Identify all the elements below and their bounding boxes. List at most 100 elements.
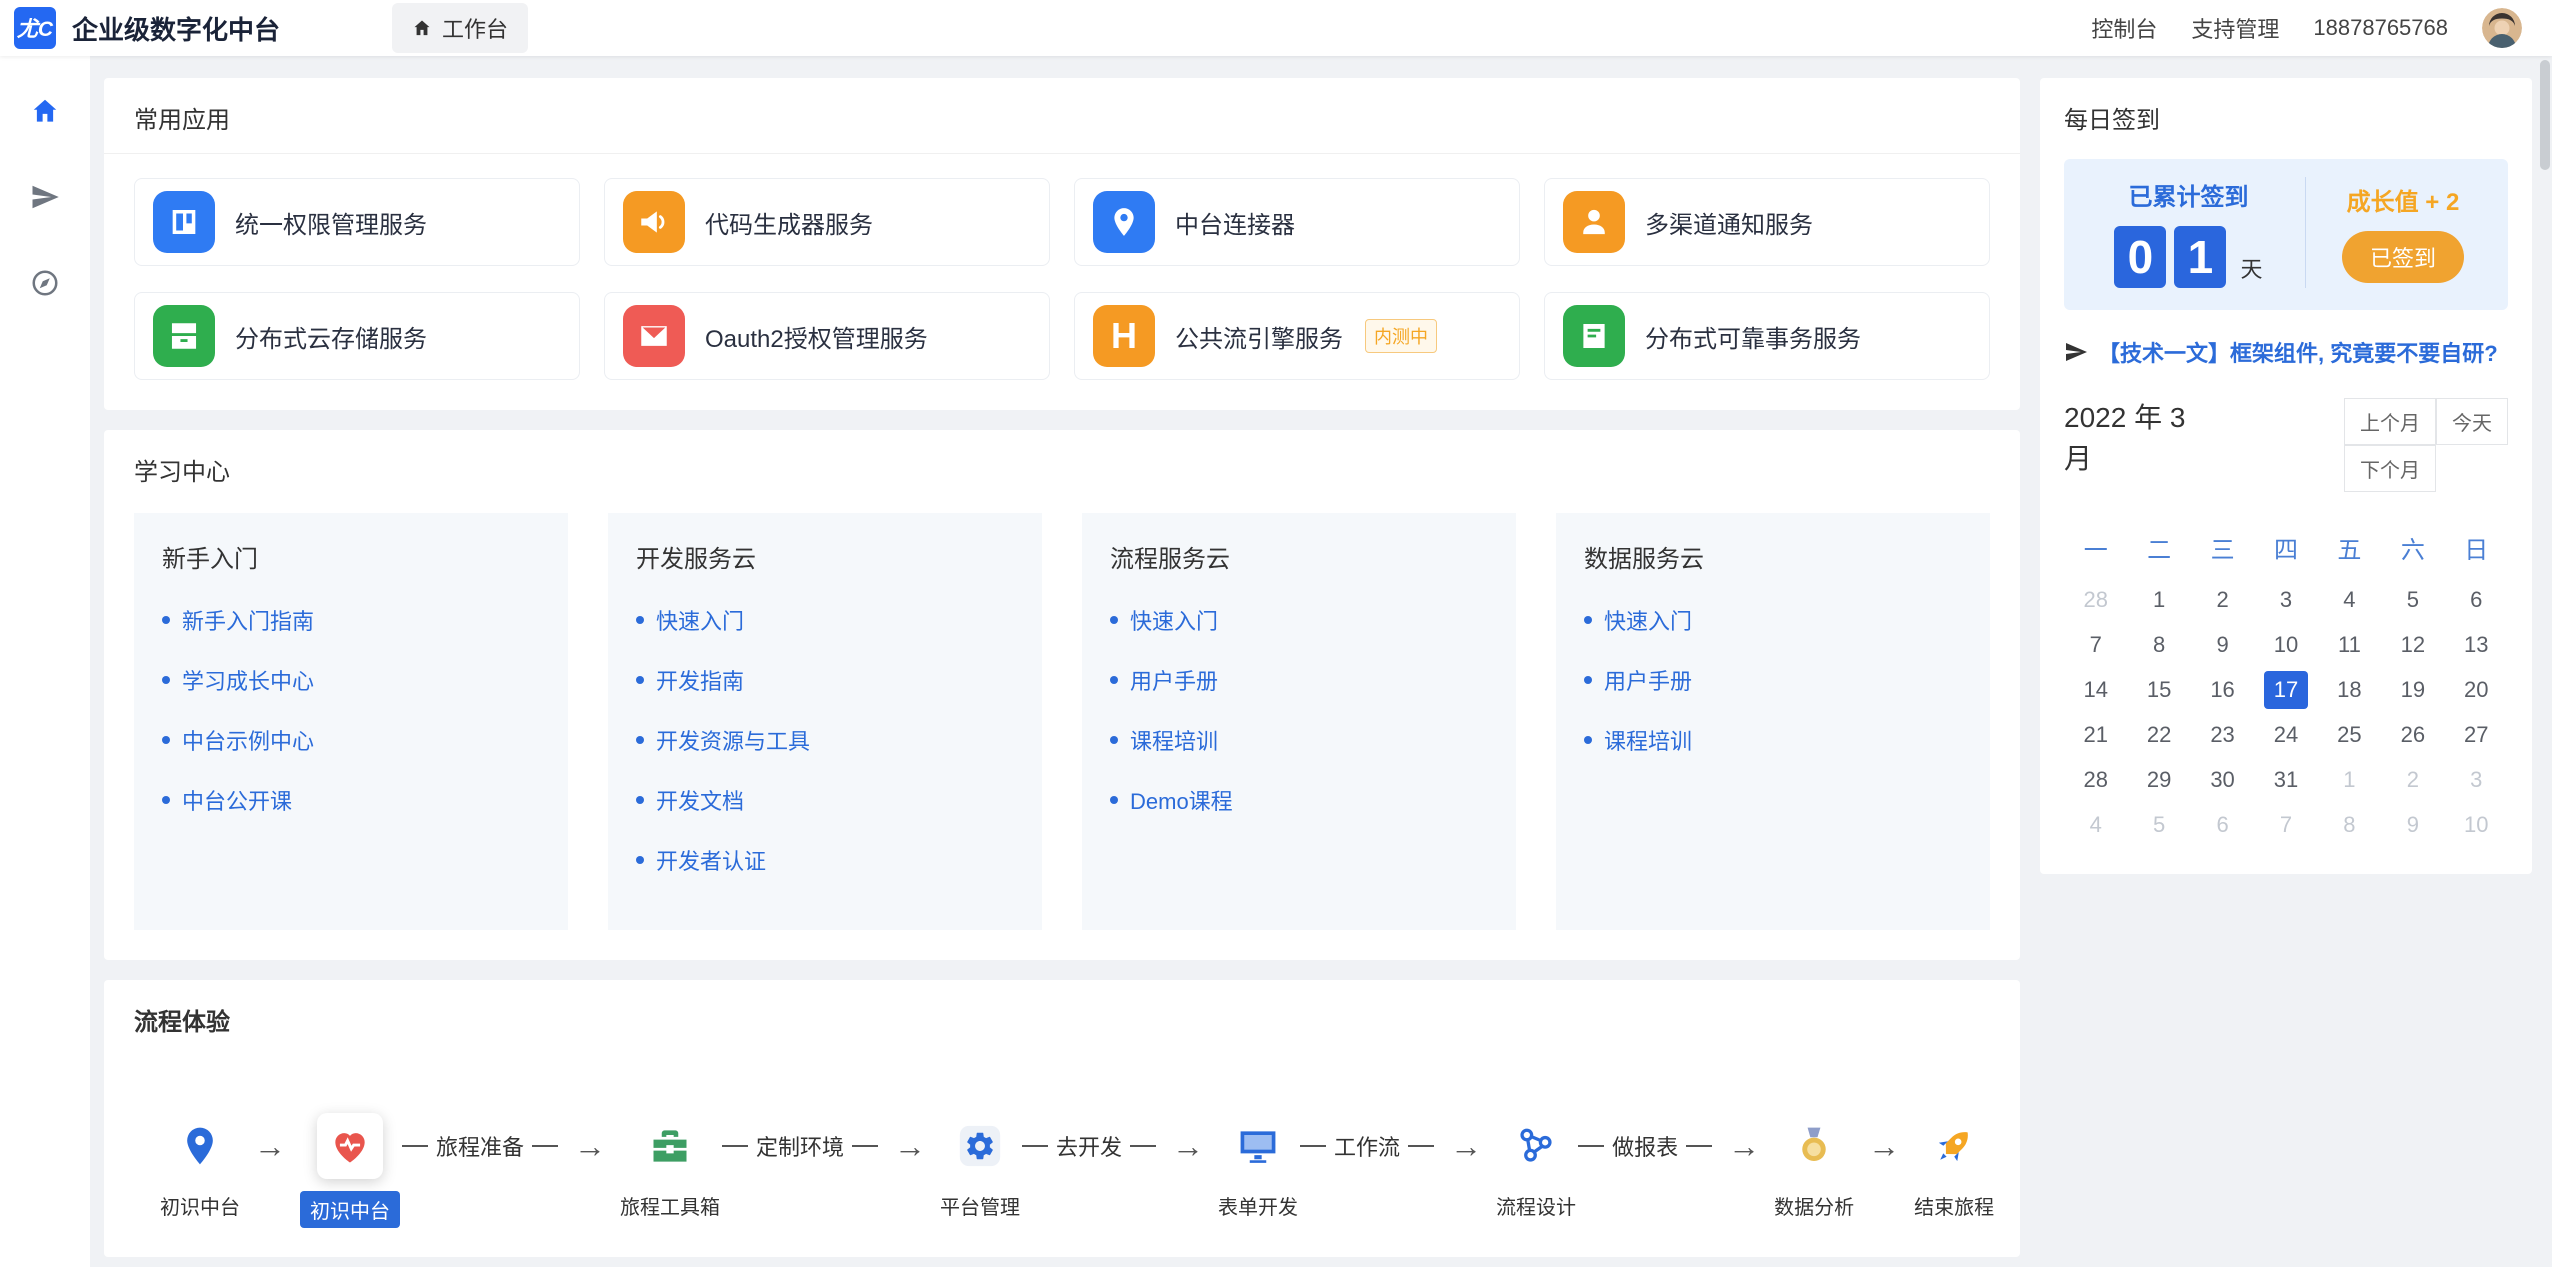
learning-link[interactable]: 课程培训 xyxy=(1584,724,1962,756)
calendar-day[interactable]: 7 xyxy=(2074,626,2118,664)
calendar-day[interactable]: 23 xyxy=(2201,716,2245,754)
calendar-day[interactable]: 5 xyxy=(2137,806,2181,844)
calendar-day[interactable]: 26 xyxy=(2391,716,2435,754)
bullet-dot-icon xyxy=(1584,676,1592,684)
connector-line xyxy=(852,1145,878,1147)
calendar-day[interactable]: 2 xyxy=(2201,581,2245,619)
flow-step[interactable]: 平台管理 xyxy=(940,1113,1020,1220)
logo[interactable]: 尤C xyxy=(14,7,56,49)
flow-step[interactable]: 流程设计 xyxy=(1496,1113,1576,1220)
calendar-day[interactable]: 25 xyxy=(2327,716,2371,754)
calendar-day[interactable]: 28 xyxy=(2074,581,2118,619)
calendar-day[interactable]: 6 xyxy=(2201,806,2245,844)
learning-link[interactable]: 快速入门 xyxy=(636,604,1014,636)
calendar-day[interactable]: 27 xyxy=(2454,716,2498,754)
calendar-day[interactable]: 19 xyxy=(2391,671,2435,709)
next-month-button[interactable]: 下个月 xyxy=(2344,445,2436,492)
calendar-day[interactable]: 30 xyxy=(2201,761,2245,799)
arrow-right-icon: → xyxy=(1868,1113,1900,1179)
learning-link[interactable]: 课程培训 xyxy=(1110,724,1488,756)
calendar-day[interactable]: 13 xyxy=(2454,626,2498,664)
calendar-day[interactable]: 6 xyxy=(2454,581,2498,619)
weekday-label: 五 xyxy=(2318,526,2381,569)
calendar-day[interactable]: 20 xyxy=(2454,671,2498,709)
learning-link[interactable]: 开发文档 xyxy=(636,784,1014,816)
arrow-right-icon: → xyxy=(574,1113,606,1179)
calendar-day[interactable]: 11 xyxy=(2327,626,2371,664)
sidebar-item-home[interactable] xyxy=(28,94,62,128)
learning-link[interactable]: 用户手册 xyxy=(1584,664,1962,696)
calendar-day[interactable]: 4 xyxy=(2327,581,2371,619)
sidebar-item-compass[interactable] xyxy=(28,266,62,300)
calendar-day[interactable]: 18 xyxy=(2327,671,2371,709)
calendar-day[interactable]: 1 xyxy=(2137,581,2181,619)
app-tile[interactable]: 统一权限管理服务 xyxy=(134,178,580,266)
app-tile[interactable]: 多渠道通知服务 xyxy=(1544,178,1990,266)
calendar-day[interactable]: 14 xyxy=(2074,671,2118,709)
today-button[interactable]: 今天 xyxy=(2436,398,2508,445)
app-tile[interactable]: 中台连接器 xyxy=(1074,178,1520,266)
flow-step[interactable]: 数据分析 xyxy=(1774,1113,1854,1220)
nav-support[interactable]: 支持管理 xyxy=(2191,12,2279,44)
tab-workbench[interactable]: 工作台 xyxy=(392,3,528,53)
learning-link[interactable]: 快速入门 xyxy=(1584,604,1962,636)
bullet-dot-icon xyxy=(636,736,644,744)
toolbox-icon xyxy=(637,1113,703,1179)
flow-step[interactable]: 表单开发 xyxy=(1218,1113,1298,1220)
calendar-day[interactable]: 8 xyxy=(2137,626,2181,664)
app-tile[interactable]: Oauth2授权管理服务 xyxy=(604,292,1050,380)
flow-step[interactable]: 初识中台 xyxy=(300,1113,400,1228)
calendar-day[interactable]: 9 xyxy=(2201,626,2245,664)
sidebar-item-send[interactable] xyxy=(28,180,62,214)
calendar-day[interactable]: 3 xyxy=(2264,581,2308,619)
calendar-day[interactable]: 17 xyxy=(2264,671,2308,709)
calendar-day[interactable]: 29 xyxy=(2137,761,2181,799)
learning-link[interactable]: 用户手册 xyxy=(1110,664,1488,696)
calendar-day[interactable]: 16 xyxy=(2201,671,2245,709)
calendar-day[interactable]: 22 xyxy=(2137,716,2181,754)
flow-step[interactable]: 旅程工具箱 xyxy=(620,1113,720,1220)
calendar-day[interactable]: 9 xyxy=(2391,806,2435,844)
flow-step[interactable]: 初识中台 xyxy=(160,1113,240,1220)
learning-link[interactable]: 开发者认证 xyxy=(636,844,1014,876)
scrollbar[interactable] xyxy=(2540,60,2550,170)
learning-link[interactable]: 新手入门指南 xyxy=(162,604,540,636)
user-phone: 18878765768 xyxy=(2313,15,2448,41)
app-tile[interactable]: H 公共流引擎服务 内测中 xyxy=(1074,292,1520,380)
learning-link[interactable]: 开发资源与工具 xyxy=(636,724,1014,756)
calendar-day[interactable]: 3 xyxy=(2454,761,2498,799)
calendar-day[interactable]: 24 xyxy=(2264,716,2308,754)
avatar[interactable] xyxy=(2482,8,2522,48)
calendar-day[interactable]: 21 xyxy=(2074,716,2118,754)
learning-link[interactable]: 中台示例中心 xyxy=(162,724,540,756)
calendar-day[interactable]: 12 xyxy=(2391,626,2435,664)
app-tile[interactable]: 分布式云存储服务 xyxy=(134,292,580,380)
app-tile[interactable]: 分布式可靠事务服务 xyxy=(1544,292,1990,380)
app-tile[interactable]: 代码生成器服务 xyxy=(604,178,1050,266)
learning-link[interactable]: 中台公开课 xyxy=(162,784,540,816)
calendar-day[interactable]: 4 xyxy=(2074,806,2118,844)
nav-console[interactable]: 控制台 xyxy=(2091,12,2157,44)
calendar-day[interactable]: 10 xyxy=(2454,806,2498,844)
learning-link[interactable]: 开发指南 xyxy=(636,664,1014,696)
calendar-day[interactable]: 10 xyxy=(2264,626,2308,664)
weekday-label: 三 xyxy=(2191,526,2254,569)
learning-link-label: 开发指南 xyxy=(656,664,744,696)
calendar-day[interactable]: 5 xyxy=(2391,581,2435,619)
learning-link[interactable]: 快速入门 xyxy=(1110,604,1488,636)
app-label: Oauth2授权管理服务 xyxy=(705,319,928,354)
calendar-day[interactable]: 1 xyxy=(2327,761,2371,799)
signed-button[interactable]: 已签到 xyxy=(2342,231,2464,283)
calendar-day[interactable]: 28 xyxy=(2074,761,2118,799)
learning-link[interactable]: 学习成长中心 xyxy=(162,664,540,696)
calendar-day[interactable]: 15 xyxy=(2137,671,2181,709)
calendar-day[interactable]: 7 xyxy=(2264,806,2308,844)
learning-column: 流程服务云 快速入门 用户手册 课程培训 Demo课程 xyxy=(1082,513,1516,930)
calendar-day[interactable]: 8 xyxy=(2327,806,2371,844)
learning-link[interactable]: Demo课程 xyxy=(1110,784,1488,816)
prev-month-button[interactable]: 上个月 xyxy=(2344,398,2436,445)
calendar-day[interactable]: 2 xyxy=(2391,761,2435,799)
article-link[interactable]: 【技术一文】框架组件, 究竟要不要自研? xyxy=(2064,336,2508,368)
flow-step[interactable]: 结束旅程 xyxy=(1914,1113,1994,1220)
calendar-day[interactable]: 31 xyxy=(2264,761,2308,799)
